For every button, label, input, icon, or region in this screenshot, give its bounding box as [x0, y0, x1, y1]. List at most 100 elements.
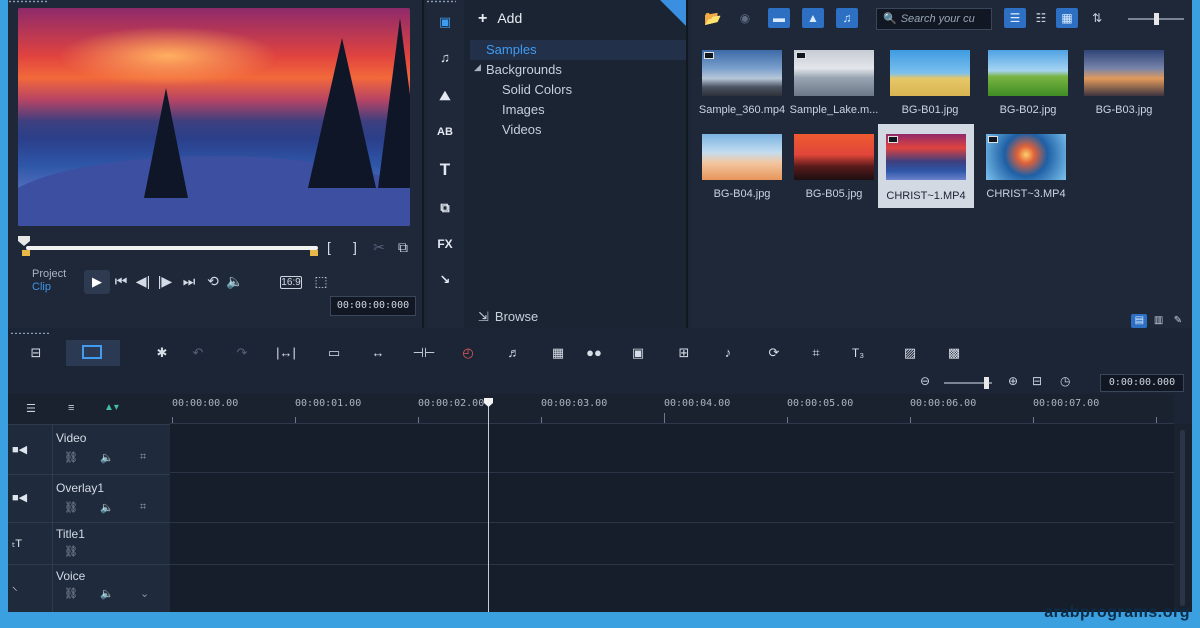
panel-grip[interactable]	[8, 0, 48, 3]
zoom-slider-knob[interactable]	[984, 377, 989, 389]
thumbnail-item[interactable]: BG-B04.jpg	[692, 134, 792, 208]
search-input[interactable]: 🔍 Search your cu	[876, 8, 992, 30]
panel-toggle-icon[interactable]: ▥	[1151, 315, 1167, 329]
mark-in-icon[interactable]: [	[322, 240, 336, 254]
lock-track-icon[interactable]: ⌗	[140, 501, 146, 514]
time-remapping-icon[interactable]: ⟳	[762, 342, 786, 364]
scrubber-handle[interactable]	[18, 236, 30, 246]
fx-icon[interactable]: FX	[433, 232, 457, 256]
folder-samples[interactable]: Samples	[486, 42, 537, 57]
mute-icon[interactable]: 🔈	[100, 501, 114, 514]
trim-end-marker[interactable]	[310, 250, 318, 256]
sort-icon[interactable]: ⇅	[1088, 8, 1106, 28]
previous-frame-icon[interactable]: ◀|	[134, 274, 152, 288]
mute-icon[interactable]: 🔈	[100, 587, 114, 600]
list-view-icon[interactable]: ☰	[1004, 8, 1026, 28]
instant-project-icon[interactable]: ⛰	[433, 84, 457, 108]
subtitle-icon[interactable]: ▣	[626, 342, 650, 364]
panel-grip[interactable]	[426, 0, 456, 3]
snapshot-icon[interactable]: ⧉	[396, 240, 410, 254]
thumbnail-item[interactable]: BG-B01.jpg	[880, 50, 980, 124]
next-frame-icon[interactable]: |▶	[156, 274, 174, 288]
mask-creator-icon[interactable]: ▨	[898, 342, 922, 364]
video-masking-icon[interactable]: ▩	[942, 342, 966, 364]
thumbnail-item[interactable]: BG-B02.jpg	[978, 50, 1078, 124]
fit-timeline-icon[interactable]: ⊟	[1032, 374, 1042, 388]
clip-mode-label[interactable]: Clip	[32, 281, 66, 294]
trim-start-marker[interactable]	[22, 250, 30, 256]
motion-tracking-icon[interactable]: ▦	[546, 342, 570, 364]
link-icon[interactable]: ⛓	[64, 451, 78, 464]
repeat-icon[interactable]: ⟲	[204, 274, 222, 288]
redo-icon[interactable]: ↷	[230, 342, 254, 364]
thumbnail-item[interactable]: CHRIST~3.MP4	[976, 134, 1076, 208]
slider-knob[interactable]	[1154, 13, 1159, 25]
record-icon[interactable]: ◉	[736, 8, 754, 28]
split-screen-icon[interactable]: ⊞	[672, 342, 696, 364]
scrollbar-thumb[interactable]	[1180, 430, 1185, 606]
link-icon[interactable]: ⛓	[64, 501, 78, 514]
link-icon[interactable]: ⛓	[64, 587, 78, 600]
thumbnail-item[interactable]: BG-B03.jpg	[1074, 50, 1174, 124]
pin-icon[interactable]	[660, 0, 686, 26]
mark-out-icon[interactable]: ]	[348, 240, 362, 254]
link-icon[interactable]: ⛓	[64, 545, 78, 558]
zoom-in-icon[interactable]: ⊕	[1008, 374, 1018, 388]
transition-icon[interactable]: AB	[433, 120, 457, 144]
track-video[interactable]: ■◀ Video ⛓ 🔈 ⌗	[8, 424, 170, 474]
play-button[interactable]: ▶	[84, 270, 110, 294]
volume-icon[interactable]: 🔈	[226, 274, 244, 288]
folder-videos[interactable]: Videos	[502, 122, 542, 137]
preview-timecode[interactable]: 00:00:00:000	[330, 296, 416, 316]
end-icon[interactable]: ⏭	[180, 274, 198, 288]
scissors-icon[interactable]: ✂	[372, 240, 386, 254]
fit-project-icon[interactable]: |↔|	[274, 342, 298, 364]
media-icon[interactable]: ▣	[433, 10, 457, 34]
details-view-icon[interactable]: ☷	[1030, 8, 1052, 28]
audio-mixer-icon[interactable]: ♬	[502, 342, 526, 364]
show-videos-icon[interactable]: ▬	[768, 8, 790, 28]
thumbnail-size-slider[interactable]	[1128, 13, 1184, 25]
ripple-editing-icon[interactable]: ▲▾	[104, 402, 119, 413]
graphics-icon[interactable]: ⧉	[433, 196, 457, 220]
thumbnail-item[interactable]: BG-B05.jpg	[784, 134, 884, 208]
timeline-timecode[interactable]: 0:00:00.000	[1100, 374, 1184, 392]
timeline-ruler[interactable]: 00:00:00.00 00:00:01.00 00:00:02.00 00:0…	[170, 394, 1174, 424]
smart-proxy-icon[interactable]: ⌗	[804, 342, 828, 364]
thumbnail-item-selected[interactable]: CHRIST~1.MP4	[878, 124, 974, 208]
folder-images[interactable]: Images	[502, 102, 545, 117]
thumbnail-view-icon[interactable]: ▦	[1056, 8, 1078, 28]
auto-music-icon[interactable]: ♪	[716, 342, 740, 364]
add-folder-button[interactable]: + Add	[478, 10, 522, 28]
expand-arrow-icon[interactable]: ◢	[474, 62, 481, 73]
project-clip-toggle[interactable]: Project Clip	[32, 268, 66, 294]
enlarge-preview-icon[interactable]: ⬚	[312, 274, 330, 288]
title-icon[interactable]: T	[433, 158, 457, 182]
tools-icon[interactable]: ✱	[150, 342, 174, 364]
timeline-scrollbar[interactable]	[1174, 424, 1192, 612]
split-icon[interactable]: ⊣⊢	[412, 342, 436, 364]
thumbnail-item[interactable]: Sample_Lake.m...	[784, 50, 884, 124]
thumbnail-item[interactable]: Sample_360.mp4	[692, 50, 792, 124]
speed-icon[interactable]: ◴	[456, 342, 480, 364]
music-icon[interactable]: ♫	[433, 46, 457, 70]
undo-icon[interactable]: ↶	[186, 342, 210, 364]
track-voice[interactable]: ⸜ Voice ⛓ 🔈 ⌄	[8, 564, 170, 612]
aspect-ratio-icon[interactable]: 16:9	[280, 276, 302, 289]
scrubber-bar[interactable]	[26, 246, 318, 250]
playhead-line[interactable]	[488, 400, 489, 612]
timeline-view-button[interactable]	[66, 340, 120, 366]
folder-backgrounds[interactable]: Backgrounds	[486, 62, 562, 77]
motion-path-icon[interactable]: ↘	[433, 268, 457, 292]
import-folder-icon[interactable]: 📂	[702, 8, 724, 28]
track-overlay1[interactable]: ■◀ Overlay1 ⛓ 🔈 ⌗	[8, 474, 170, 522]
zoom-out-icon[interactable]: ⊖	[920, 374, 930, 388]
3d-title-icon[interactable]: T₃	[846, 342, 870, 364]
project-mode-label[interactable]: Project	[32, 268, 66, 281]
track-title1[interactable]: ₜT Title1 ⛓	[8, 522, 170, 564]
multi-camera-icon[interactable]: ●●	[582, 342, 606, 364]
mute-icon[interactable]: 🔈	[100, 451, 114, 464]
track-manager-icon[interactable]: ☰	[26, 402, 36, 415]
zoom-slider[interactable]	[944, 377, 992, 389]
library-options-icon[interactable]: ▤	[1131, 314, 1148, 328]
